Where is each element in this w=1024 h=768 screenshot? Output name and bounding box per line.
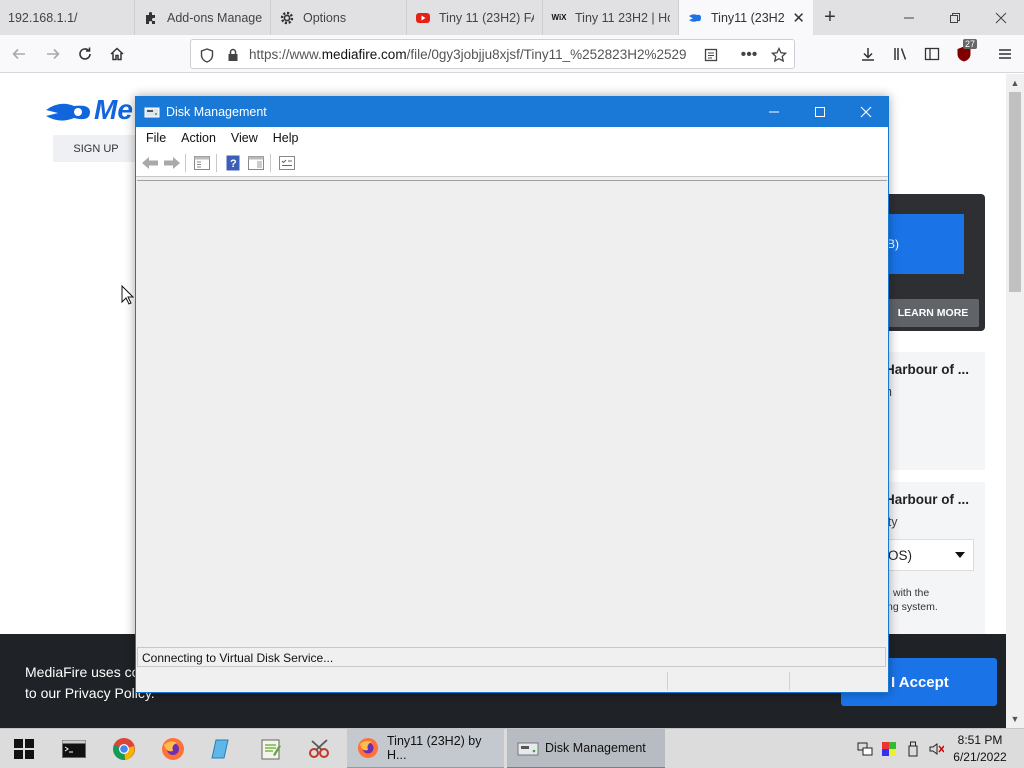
- show-hide-console-tree-icon[interactable]: [193, 155, 211, 171]
- mediafire-flame-icon: [46, 103, 90, 121]
- windows-start-icon[interactable]: [10, 735, 38, 763]
- forward-arrow-icon[interactable]: [163, 155, 181, 171]
- os-select-dropdown[interactable]: OS): [887, 539, 974, 571]
- maximize-icon[interactable]: [797, 97, 843, 127]
- status-bar: Connecting to Virtual Disk Service...: [137, 647, 886, 667]
- toolbar-separator: [185, 154, 186, 172]
- taskbar: Tiny11 (23H2) by H... Disk Management 8:…: [0, 728, 1024, 768]
- mediafire-icon: [687, 10, 703, 26]
- related-card[interactable]: Harbour of ... h: [885, 352, 985, 470]
- tab-wix[interactable]: WiX Tiny 11 23H2 | Ho: [543, 0, 679, 35]
- reload-icon[interactable]: [72, 42, 98, 66]
- url-bar[interactable]: https://www.mediafire.com/file/0gy3jobjj…: [190, 39, 795, 69]
- reader-view-icon[interactable]: [703, 47, 719, 63]
- checklist-icon[interactable]: [278, 155, 296, 171]
- more-actions-icon[interactable]: •••: [741, 46, 758, 63]
- color-app-icon[interactable]: [881, 741, 897, 757]
- wix-icon: WiX: [551, 13, 567, 22]
- menu-bar: File Action View Help: [136, 127, 888, 149]
- puzzle-icon: [143, 10, 159, 26]
- learn-more-button[interactable]: LEARN MORE: [887, 299, 979, 327]
- toolbar: ?: [136, 149, 888, 177]
- back-arrow-icon[interactable]: [141, 155, 159, 171]
- taskbar-app-firefox[interactable]: Tiny11 (23H2) by H...: [347, 729, 504, 768]
- status-divider: [789, 672, 790, 690]
- minimize-icon[interactable]: [751, 97, 797, 127]
- usb-drive-icon[interactable]: [905, 741, 921, 757]
- library-icon[interactable]: [888, 42, 914, 66]
- menu-action[interactable]: Action: [175, 131, 221, 145]
- help-icon[interactable]: ?: [224, 155, 242, 171]
- forward-icon[interactable]: [40, 42, 66, 66]
- disk-view-area[interactable]: [137, 180, 887, 644]
- volume-muted-icon[interactable]: [928, 741, 944, 757]
- toolbar-separator: [216, 154, 217, 172]
- tab-router[interactable]: 192.168.1.1/: [0, 0, 135, 35]
- close-window-icon[interactable]: [978, 0, 1024, 35]
- disk-management-icon: [144, 104, 160, 120]
- tab-youtube[interactable]: Tiny 11 (23H2) FA: [407, 0, 543, 35]
- dropdown-arrow-icon: [955, 548, 965, 563]
- window-bottom-bar: [136, 669, 888, 692]
- sidebar-icon[interactable]: [919, 42, 945, 66]
- close-icon[interactable]: [843, 97, 889, 127]
- restore-icon[interactable]: [932, 0, 978, 35]
- taskbar-app-disk-management[interactable]: Disk Management: [507, 729, 665, 768]
- menu-file[interactable]: File: [140, 131, 171, 145]
- download-button[interactable]: B): [887, 214, 964, 274]
- tab-mediafire-active[interactable]: Tiny11 (23H2 ✕: [679, 0, 813, 35]
- system-clock[interactable]: 8:51 PM 6/21/2022: [948, 732, 1012, 766]
- os-note: ng system.: [887, 601, 938, 613]
- firefox-icon: [357, 737, 379, 759]
- home-icon[interactable]: [104, 42, 130, 66]
- chrome-icon[interactable]: [110, 735, 138, 763]
- status-divider: [667, 672, 668, 690]
- gear-icon: [279, 10, 295, 26]
- window-title-bar[interactable]: Disk Management: [136, 97, 888, 127]
- menu-help[interactable]: Help: [267, 131, 304, 145]
- url-text[interactable]: https://www.mediafire.com/file/0gy3jobjj…: [249, 47, 695, 62]
- firefox-icon[interactable]: [159, 735, 187, 763]
- new-tab-button[interactable]: +: [816, 0, 844, 35]
- tab-options[interactable]: Options: [271, 0, 407, 35]
- snipping-tool-icon[interactable]: [306, 735, 334, 763]
- browser-tab-bar: 192.168.1.1/ Add-ons Manager Options Tin…: [0, 0, 1024, 35]
- signup-button[interactable]: SIGN UP: [53, 135, 139, 162]
- toolbar-separator: [270, 154, 271, 172]
- scrollbar-thumb[interactable]: [1009, 92, 1021, 292]
- mediafire-logo[interactable]: Me: [44, 94, 133, 126]
- network-icon[interactable]: [857, 741, 873, 757]
- command-prompt-icon[interactable]: [60, 735, 88, 763]
- disk-management-window: Disk Management File Action View Help ?: [135, 96, 889, 693]
- os-note: with the: [893, 587, 930, 599]
- bookmark-star-icon[interactable]: [771, 47, 787, 63]
- tab-addons-manager[interactable]: Add-ons Manager: [135, 0, 271, 35]
- menu-view[interactable]: View: [225, 131, 263, 145]
- shield-icon[interactable]: [199, 47, 215, 63]
- download-icon[interactable]: [855, 42, 881, 66]
- card-title: Harbour of ...: [885, 362, 969, 377]
- notepad-icon[interactable]: [208, 735, 236, 763]
- ublock-origin-icon[interactable]: 27: [951, 39, 978, 66]
- svg-text:?: ?: [230, 158, 237, 170]
- lock-icon[interactable]: [225, 47, 241, 63]
- notepad-plus-plus-icon[interactable]: [257, 735, 285, 763]
- youtube-icon: [415, 10, 431, 26]
- ublock-badge: 27: [963, 39, 978, 49]
- disk-management-icon: [517, 737, 539, 759]
- properties-icon[interactable]: [247, 155, 265, 171]
- mouse-cursor: [121, 284, 135, 308]
- scroll-up-icon[interactable]: ▲: [1006, 74, 1024, 92]
- scroll-down-icon[interactable]: ▼: [1006, 710, 1024, 728]
- card-title: Harbour of ...: [885, 492, 969, 507]
- back-icon[interactable]: [6, 42, 32, 66]
- close-tab-icon[interactable]: ✕: [792, 9, 805, 27]
- minimize-icon[interactable]: [886, 0, 932, 35]
- browser-nav-bar: https://www.mediafire.com/file/0gy3jobjj…: [0, 35, 1024, 73]
- window-title: Disk Management: [166, 105, 267, 119]
- hamburger-menu-icon[interactable]: [992, 42, 1018, 66]
